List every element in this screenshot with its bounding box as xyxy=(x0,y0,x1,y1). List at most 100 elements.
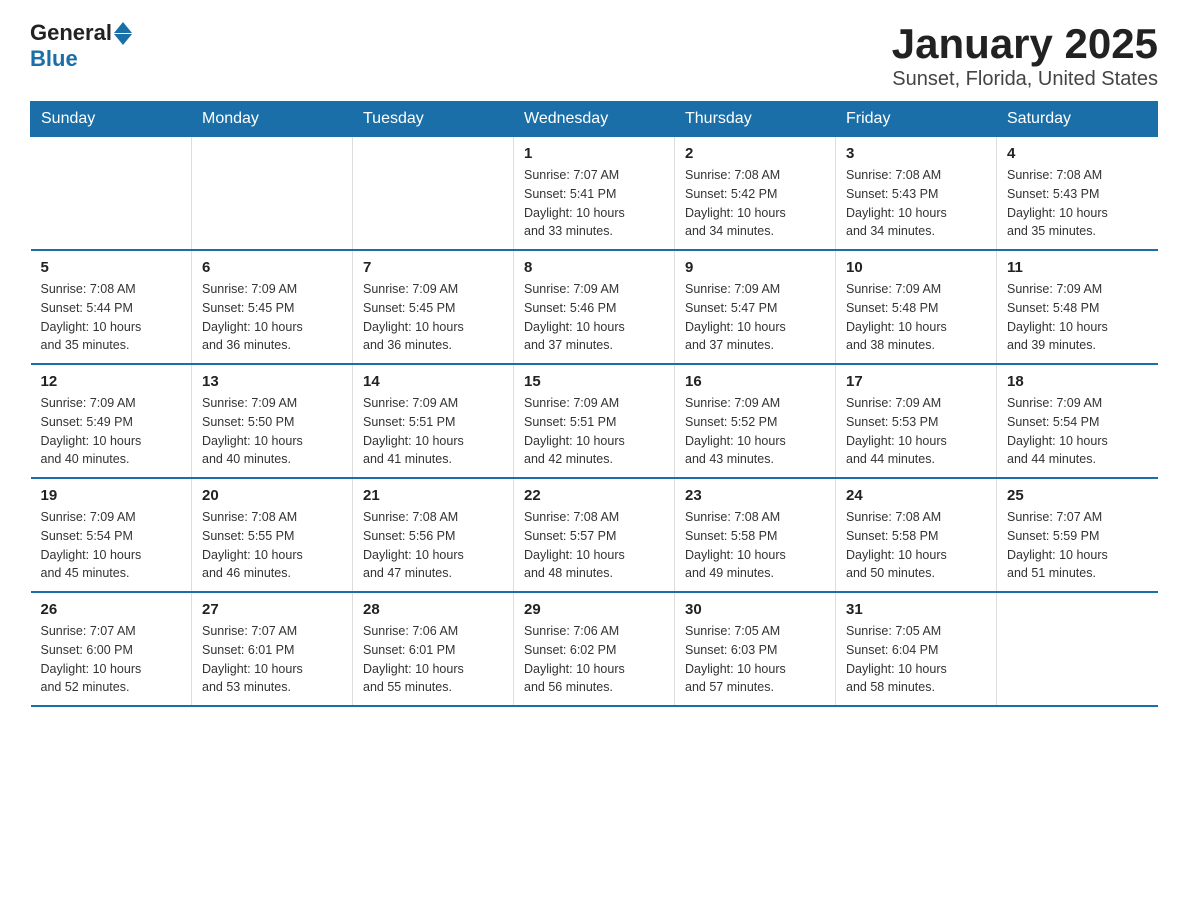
day-number: 11 xyxy=(1007,259,1148,276)
title-section: January 2025 Sunset, Florida, United Sta… xyxy=(892,20,1158,91)
calendar-day-header: Monday xyxy=(192,102,353,137)
day-number: 10 xyxy=(846,259,986,276)
calendar-week-row: 26Sunrise: 7:07 AMSunset: 6:00 PMDayligh… xyxy=(31,592,1158,706)
day-number: 16 xyxy=(685,373,825,390)
calendar-cell: 12 Sunrise: 7:09 AMSunset: 5:49 PMDayligh… xyxy=(31,364,192,478)
day-number: 23 xyxy=(685,487,825,504)
day-info: Sunrise: 7:07 AMSunset: 6:00 PMDaylight:… xyxy=(41,622,182,697)
day-number: 18 xyxy=(1007,373,1148,390)
day-number: 24 xyxy=(846,487,986,504)
day-info: Sunrise: 7:09 AMSunset: 5:48 PMDaylight:… xyxy=(846,280,986,355)
day-number: 17 xyxy=(846,373,986,390)
day-info: Sunrise: 7:09 AMSunset: 5:48 PMDaylight:… xyxy=(1007,280,1148,355)
day-info: Sunrise: 7:08 AMSunset: 5:57 PMDaylight:… xyxy=(524,508,664,583)
day-info: Sunrise: 7:08 AMSunset: 5:56 PMDaylight:… xyxy=(363,508,503,583)
calendar-cell: 27 Sunrise: 7:07 AMSunset: 6:01 PMDayligh… xyxy=(192,592,353,706)
day-number: 3 xyxy=(846,145,986,162)
day-info: Sunrise: 7:09 AMSunset: 5:45 PMDaylight:… xyxy=(363,280,503,355)
calendar-cell: 10 Sunrise: 7:09 AMSunset: 5:48 PMDayligh… xyxy=(836,250,997,364)
day-info: Sunrise: 7:09 AMSunset: 5:51 PMDaylight:… xyxy=(524,394,664,469)
calendar-cell: 26Sunrise: 7:07 AMSunset: 6:00 PMDayligh… xyxy=(31,592,192,706)
calendar-cell: 18 Sunrise: 7:09 AMSunset: 5:54 PMDayligh… xyxy=(997,364,1158,478)
calendar-cell: 31 Sunrise: 7:05 AMSunset: 6:04 PMDayligh… xyxy=(836,592,997,706)
calendar-week-row: 12 Sunrise: 7:09 AMSunset: 5:49 PMDayligh… xyxy=(31,364,1158,478)
calendar-cell: 13Sunrise: 7:09 AMSunset: 5:50 PMDayligh… xyxy=(192,364,353,478)
day-info: Sunrise: 7:09 AMSunset: 5:54 PMDaylight:… xyxy=(1007,394,1148,469)
day-info: Sunrise: 7:08 AMSunset: 5:58 PMDaylight:… xyxy=(846,508,986,583)
calendar-week-row: 5 Sunrise: 7:08 AMSunset: 5:44 PMDaylight… xyxy=(31,250,1158,364)
day-number: 6 xyxy=(202,259,342,276)
page-header: General Blue January 2025 Sunset, Florid… xyxy=(30,20,1158,91)
day-number: 15 xyxy=(524,373,664,390)
day-info: Sunrise: 7:08 AMSunset: 5:43 PMDaylight:… xyxy=(1007,166,1148,241)
calendar-cell: 8 Sunrise: 7:09 AMSunset: 5:46 PMDaylight… xyxy=(514,250,675,364)
day-number: 14 xyxy=(363,373,503,390)
calendar-cell: 6 Sunrise: 7:09 AMSunset: 5:45 PMDaylight… xyxy=(192,250,353,364)
calendar-cell: 16 Sunrise: 7:09 AMSunset: 5:52 PMDayligh… xyxy=(675,364,836,478)
day-info: Sunrise: 7:06 AMSunset: 6:01 PMDaylight:… xyxy=(363,622,503,697)
calendar-day-header: Friday xyxy=(836,102,997,137)
day-info: Sunrise: 7:09 AMSunset: 5:46 PMDaylight:… xyxy=(524,280,664,355)
day-number: 27 xyxy=(202,601,342,618)
calendar-cell xyxy=(997,592,1158,706)
day-info: Sunrise: 7:08 AMSunset: 5:44 PMDaylight:… xyxy=(41,280,182,355)
day-info: Sunrise: 7:09 AMSunset: 5:49 PMDaylight:… xyxy=(41,394,182,469)
calendar-cell: 19 Sunrise: 7:09 AMSunset: 5:54 PMDayligh… xyxy=(31,478,192,592)
calendar-header-row: SundayMondayTuesdayWednesdayThursdayFrid… xyxy=(31,102,1158,137)
day-info: Sunrise: 7:08 AMSunset: 5:55 PMDaylight:… xyxy=(202,508,342,583)
calendar-cell: 17Sunrise: 7:09 AMSunset: 5:53 PMDayligh… xyxy=(836,364,997,478)
logo-blue: Blue xyxy=(30,46,78,72)
page-title: January 2025 xyxy=(892,20,1158,68)
day-number: 29 xyxy=(524,601,664,618)
calendar-cell: 11 Sunrise: 7:09 AMSunset: 5:48 PMDayligh… xyxy=(997,250,1158,364)
calendar-cell: 3 Sunrise: 7:08 AMSunset: 5:43 PMDaylight… xyxy=(836,137,997,251)
day-number: 13 xyxy=(202,373,342,390)
calendar-day-header: Sunday xyxy=(31,102,192,137)
day-number: 5 xyxy=(41,259,182,276)
day-number: 12 xyxy=(41,373,182,390)
day-number: 7 xyxy=(363,259,503,276)
day-info: Sunrise: 7:05 AMSunset: 6:04 PMDaylight:… xyxy=(846,622,986,697)
calendar-cell: 22Sunrise: 7:08 AMSunset: 5:57 PMDayligh… xyxy=(514,478,675,592)
day-info: Sunrise: 7:08 AMSunset: 5:43 PMDaylight:… xyxy=(846,166,986,241)
day-number: 9 xyxy=(685,259,825,276)
day-number: 20 xyxy=(202,487,342,504)
calendar-cell xyxy=(192,137,353,251)
day-number: 31 xyxy=(846,601,986,618)
day-number: 1 xyxy=(524,145,664,162)
day-info: Sunrise: 7:07 AMSunset: 5:59 PMDaylight:… xyxy=(1007,508,1148,583)
calendar-cell: 23 Sunrise: 7:08 AMSunset: 5:58 PMDayligh… xyxy=(675,478,836,592)
calendar-cell: 1Sunrise: 7:07 AMSunset: 5:41 PMDaylight… xyxy=(514,137,675,251)
calendar-cell: 21Sunrise: 7:08 AMSunset: 5:56 PMDayligh… xyxy=(353,478,514,592)
day-number: 28 xyxy=(363,601,503,618)
day-info: Sunrise: 7:09 AMSunset: 5:54 PMDaylight:… xyxy=(41,508,182,583)
day-number: 30 xyxy=(685,601,825,618)
day-info: Sunrise: 7:09 AMSunset: 5:47 PMDaylight:… xyxy=(685,280,825,355)
calendar-day-header: Tuesday xyxy=(353,102,514,137)
calendar-cell xyxy=(353,137,514,251)
day-info: Sunrise: 7:08 AMSunset: 5:58 PMDaylight:… xyxy=(685,508,825,583)
day-number: 19 xyxy=(41,487,182,504)
day-number: 25 xyxy=(1007,487,1148,504)
day-info: Sunrise: 7:09 AMSunset: 5:52 PMDaylight:… xyxy=(685,394,825,469)
calendar-day-header: Thursday xyxy=(675,102,836,137)
calendar-cell: 28 Sunrise: 7:06 AMSunset: 6:01 PMDayligh… xyxy=(353,592,514,706)
day-number: 2 xyxy=(685,145,825,162)
day-info: Sunrise: 7:09 AMSunset: 5:51 PMDaylight:… xyxy=(363,394,503,469)
day-number: 8 xyxy=(524,259,664,276)
calendar-week-row: 1Sunrise: 7:07 AMSunset: 5:41 PMDaylight… xyxy=(31,137,1158,251)
day-number: 4 xyxy=(1007,145,1148,162)
calendar-cell: 5 Sunrise: 7:08 AMSunset: 5:44 PMDaylight… xyxy=(31,250,192,364)
calendar-cell: 9 Sunrise: 7:09 AMSunset: 5:47 PMDaylight… xyxy=(675,250,836,364)
calendar-day-header: Wednesday xyxy=(514,102,675,137)
calendar-day-header: Saturday xyxy=(997,102,1158,137)
day-info: Sunrise: 7:09 AMSunset: 5:45 PMDaylight:… xyxy=(202,280,342,355)
calendar-cell: 20 Sunrise: 7:08 AMSunset: 5:55 PMDayligh… xyxy=(192,478,353,592)
page-subtitle: Sunset, Florida, United States xyxy=(892,68,1158,91)
day-info: Sunrise: 7:07 AMSunset: 6:01 PMDaylight:… xyxy=(202,622,342,697)
calendar-cell: 15 Sunrise: 7:09 AMSunset: 5:51 PMDayligh… xyxy=(514,364,675,478)
calendar-table: SundayMondayTuesdayWednesdayThursdayFrid… xyxy=(30,101,1158,707)
calendar-cell: 4 Sunrise: 7:08 AMSunset: 5:43 PMDaylight… xyxy=(997,137,1158,251)
calendar-cell: 7 Sunrise: 7:09 AMSunset: 5:45 PMDaylight… xyxy=(353,250,514,364)
calendar-cell: 2Sunrise: 7:08 AMSunset: 5:42 PMDaylight… xyxy=(675,137,836,251)
